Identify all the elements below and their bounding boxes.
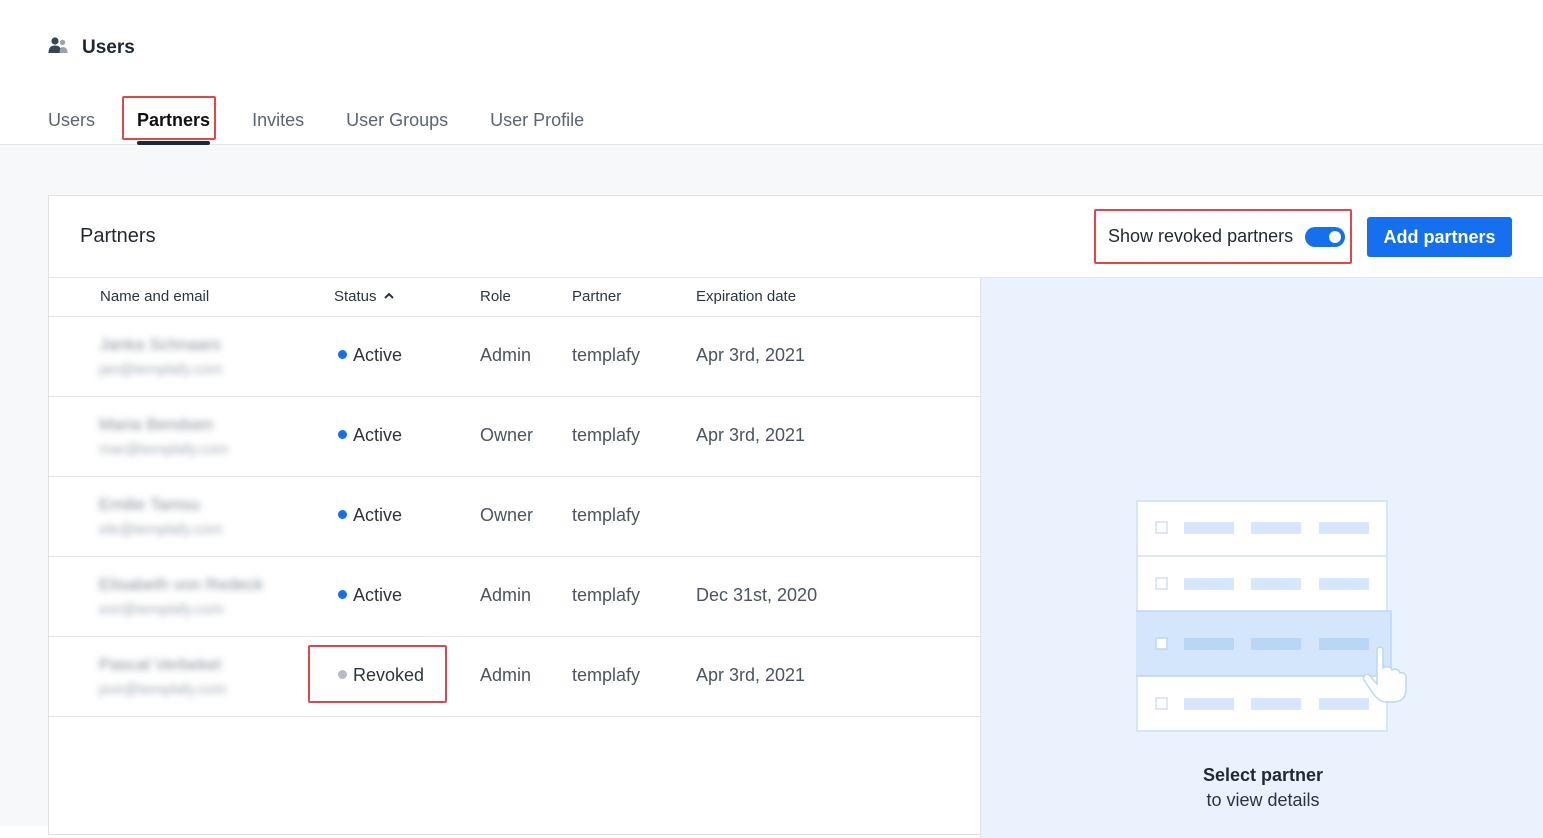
tab-user-profile[interactable]: User Profile — [490, 104, 584, 145]
select-list-illustration — [1136, 500, 1407, 732]
col-role[interactable]: Role — [480, 288, 511, 305]
partner-name: Elisabeth von Redeck — [99, 575, 264, 594]
show-revoked-toggle-group: Show revoked partners — [1094, 209, 1352, 264]
status-cell: Active — [338, 505, 402, 526]
users-icon — [48, 36, 68, 59]
tab-partners[interactable]: Partners — [137, 104, 211, 145]
partner-cell: templafy — [572, 585, 641, 605]
table-row[interactable]: Janka Schnaars jan@templafy.com Active A… — [49, 317, 980, 397]
status-dot — [338, 349, 347, 359]
expiration-cell: Apr 3rd, 2021 — [696, 425, 806, 445]
tab-invites[interactable]: Invites — [252, 104, 304, 145]
expiration-cell: Dec 31st, 2020 — [696, 585, 818, 605]
col-name-email[interactable]: Name and email — [100, 288, 209, 305]
partner-email: ele@templafy.com — [99, 521, 223, 538]
partner-cell: templafy — [572, 425, 641, 445]
tab-user-groups[interactable]: User Groups — [346, 104, 448, 145]
tab-bar: Users Partners Invites User Groups User … — [48, 104, 626, 145]
partner-cell: templafy — [572, 665, 641, 685]
status-text: Active — [353, 505, 403, 525]
partner-email: jan@templafy.com — [99, 361, 223, 378]
partner-name: Maria Bendsen — [99, 415, 214, 434]
name-email-cell: Elisabeth von Redeck eor@templafy.com — [99, 575, 263, 618]
partner-name: Pascal Verbekel — [99, 655, 221, 674]
expiration-cell: Apr 3rd, 2021 — [696, 345, 806, 365]
partner-name: Emilie Tamsu — [99, 495, 200, 514]
status-text: Active — [353, 585, 403, 605]
role-cell: Owner — [480, 425, 534, 445]
table-row[interactable]: Elisabeth von Redeck eor@templafy.com Ac… — [49, 557, 980, 637]
add-partners-button[interactable]: Add partners — [1367, 217, 1512, 257]
chevron-up-icon — [383, 292, 394, 299]
status-text: Active — [353, 425, 403, 445]
col-expiration[interactable]: Expiration date — [696, 288, 796, 305]
partner-email: mar@templafy.com — [99, 441, 229, 458]
status-dot — [338, 669, 347, 679]
partner-email: pve@templafy.com — [99, 681, 227, 698]
status-dot — [338, 509, 347, 519]
status-text: Revoked — [353, 665, 425, 685]
partners-panel: Partners Show revoked partners Add partn… — [48, 195, 1543, 838]
show-revoked-toggle[interactable] — [1305, 226, 1346, 247]
top-bar: Users Users Partners Invites User Groups… — [0, 0, 1543, 145]
partner-name: Janka Schnaars — [99, 335, 221, 354]
select-partner-hint: Select partner to view details — [981, 765, 1543, 811]
select-partner-title: Select partner — [1202, 765, 1324, 785]
name-email-cell: Janka Schnaars jan@templafy.com — [99, 335, 222, 378]
panel-header: Partners Show revoked partners Add partn… — [49, 196, 1543, 278]
select-partner-subtitle: to view details — [1206, 790, 1320, 810]
partner-email: eor@templafy.com — [99, 601, 224, 618]
expiration-cell: Apr 3rd, 2021 — [696, 665, 806, 685]
name-email-cell: Pascal Verbekel pve@templafy.com — [99, 655, 227, 698]
col-status[interactable]: Status — [334, 288, 395, 305]
table-row[interactable]: Pascal Verbekel pve@templafy.com Revoked… — [49, 637, 980, 717]
tab-users[interactable]: Users — [48, 104, 95, 145]
table-row[interactable]: Emilie Tamsu ele@templafy.com Active Own… — [49, 477, 980, 557]
status-dot — [338, 589, 347, 599]
status-text: Active — [353, 345, 403, 365]
show-revoked-label: Show revoked partners — [1108, 226, 1294, 246]
panel-title: Partners — [80, 225, 156, 247]
status-cell: Active — [338, 585, 402, 606]
content-area: Partners Show revoked partners Add partn… — [0, 145, 1543, 838]
status-cell: Active — [338, 425, 402, 446]
name-email-cell: Emilie Tamsu ele@templafy.com — [99, 495, 222, 538]
status-cell: Revoked — [338, 665, 424, 686]
role-cell: Admin — [480, 345, 532, 365]
role-cell: Owner — [480, 505, 534, 525]
name-email-cell: Maria Bendsen mar@templafy.com — [99, 415, 228, 458]
role-cell: Admin — [480, 585, 532, 605]
table-row[interactable]: Maria Bendsen mar@templafy.com Active Ow… — [49, 397, 980, 477]
partner-cell: templafy — [572, 505, 641, 525]
toggle-knob — [1329, 230, 1342, 243]
partners-table: Name and email Status Role Partner Expir… — [49, 278, 980, 717]
partner-cell: templafy — [572, 345, 641, 365]
page-title: Users — [82, 36, 135, 58]
status-cell: Active — [338, 345, 402, 366]
status-dot — [338, 429, 347, 439]
col-partner[interactable]: Partner — [572, 288, 621, 305]
col-status-label: Status — [334, 288, 377, 305]
details-panel: Select partner to view details — [980, 278, 1543, 838]
app-title: Users — [48, 36, 135, 59]
role-cell: Admin — [480, 665, 532, 685]
table-header: Name and email Status Role Partner Expir… — [49, 278, 980, 317]
